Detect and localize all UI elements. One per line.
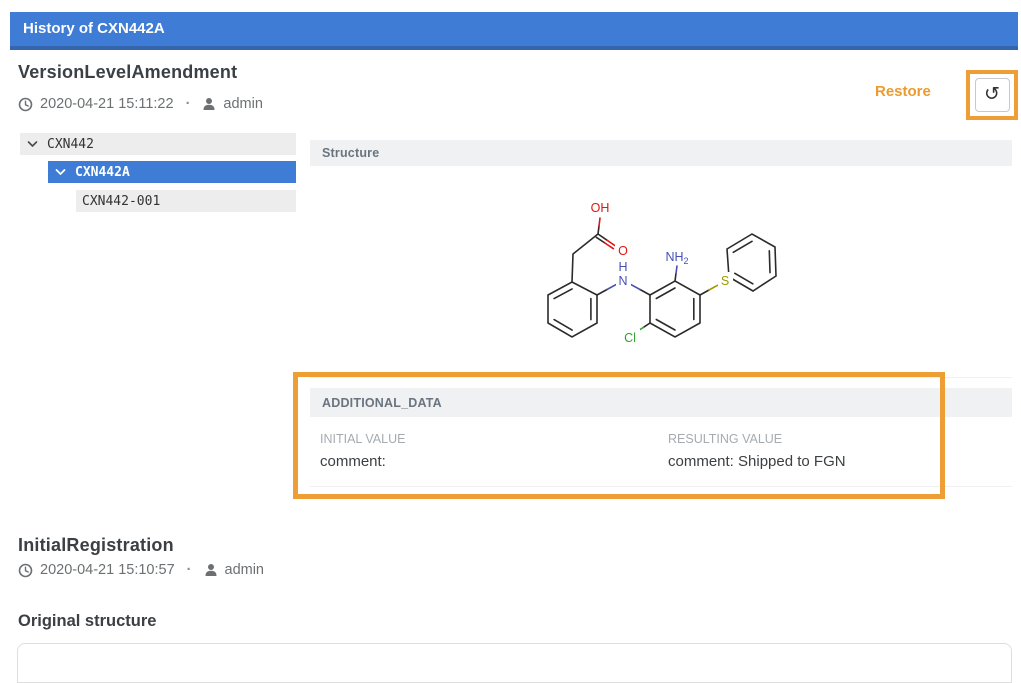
resulting-value-label: RESULTING VALUE — [668, 432, 968, 446]
dialog-title: History of CXN442A — [23, 20, 165, 37]
entry-timestamp: 2020-04-21 15:11:22 — [40, 96, 174, 112]
initial-value-text: comment: — [320, 453, 650, 470]
molecule-drawing: OH O H N Cl S NH2 — [520, 186, 810, 361]
original-structure-panel — [17, 643, 1012, 683]
atom-label-cl: Cl — [624, 331, 636, 345]
tree-node-label: CXN442-001 — [82, 194, 160, 209]
clock-icon — [18, 563, 33, 578]
restore-icon: ↺ — [984, 85, 1000, 104]
entry-user: admin — [223, 96, 263, 112]
restore-button[interactable]: ↺ — [975, 78, 1010, 112]
entry-meta: 2020-04-21 15:10:57 · admin — [18, 562, 264, 578]
restore-button-highlight: ↺ — [966, 70, 1018, 120]
tree-node-label: CXN442 — [47, 137, 94, 152]
atom-label-o: O — [618, 244, 628, 258]
history-dialog: History of CXN442A VersionLevelAmendment… — [0, 0, 1021, 670]
meta-separator: · — [187, 562, 192, 578]
tree-node-cxn442-001[interactable]: CXN442-001 — [76, 190, 296, 212]
entry-title-initial-registration: InitialRegistration — [18, 535, 174, 556]
chevron-down-icon[interactable] — [55, 168, 67, 176]
entry-meta: 2020-04-21 15:11:22 · admin — [18, 96, 263, 112]
restore-link[interactable]: Restore — [875, 83, 931, 100]
entry-title-version-level-amendment: VersionLevelAmendment — [18, 62, 237, 83]
entry-user: admin — [225, 562, 265, 578]
entry-timestamp: 2020-04-21 15:10:57 — [40, 562, 175, 578]
user-icon — [204, 563, 218, 577]
additional-data-panel: ADDITIONAL_DATA INITIAL VALUE comment: R… — [310, 388, 1012, 487]
atom-label-s: S — [721, 274, 729, 288]
tree-node-cxn442a[interactable]: CXN442A — [48, 161, 296, 183]
atom-label-h: H — [618, 260, 627, 274]
original-structure-title: Original structure — [18, 612, 156, 631]
dialog-title-bar: History of CXN442A — [10, 12, 1018, 50]
meta-separator: · — [186, 96, 191, 112]
structure-panel-header: Structure — [310, 140, 1012, 166]
structure-panel-title: Structure — [322, 146, 379, 160]
clock-icon — [18, 97, 33, 112]
initial-value-label: INITIAL VALUE — [320, 432, 620, 446]
tree-node-label: CXN442A — [75, 165, 130, 180]
resulting-value-text: comment: Shipped to FGN — [668, 453, 998, 470]
atom-label-n: N — [618, 274, 627, 288]
structure-canvas[interactable]: OH O H N Cl S NH2 — [310, 166, 1012, 378]
additional-data-title: ADDITIONAL_DATA — [322, 396, 442, 410]
additional-data-header: ADDITIONAL_DATA — [310, 388, 1012, 417]
tree-node-cxn442[interactable]: CXN442 — [20, 133, 296, 155]
atom-label-oh: OH — [591, 201, 610, 215]
user-icon — [202, 97, 216, 111]
additional-data-body: INITIAL VALUE comment: RESULTING VALUE c… — [310, 417, 1012, 487]
chevron-down-icon[interactable] — [27, 140, 39, 148]
structure-panel: Structure — [310, 140, 1012, 378]
